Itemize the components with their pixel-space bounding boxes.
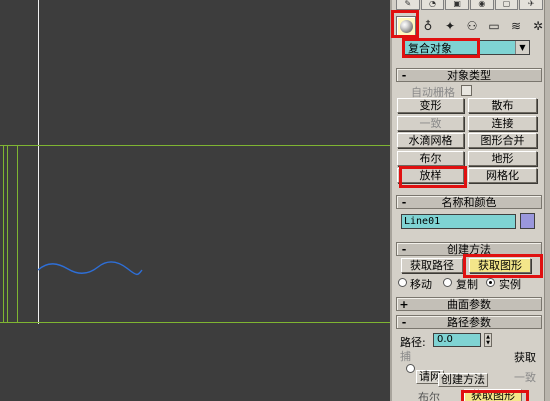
collapse-icon: - (401, 315, 407, 329)
hierarchy-tab-icon[interactable]: ▣ (445, 0, 470, 10)
line01-spline-shape[interactable] (30, 255, 150, 285)
panel-tab-strip: ✎ ◔ ▣ ◉ ▢ ✈ (396, 0, 544, 12)
surface-params-rollout-header[interactable]: + 曲面参数 (396, 297, 542, 311)
object-name-field[interactable]: Line01 (401, 214, 516, 229)
grid-line-top (0, 145, 390, 146)
create-tab-icon[interactable]: ✎ (396, 0, 420, 10)
object-color-swatch[interactable] (520, 213, 535, 229)
space-warps-icon[interactable]: ≋ (506, 16, 526, 36)
rollout-title: 名称和颜色 (441, 196, 497, 209)
create-category-row: ♁ ✦ ⚇ ▭ ≋ ✲ (396, 15, 550, 37)
geometry-icon[interactable] (396, 16, 416, 36)
shapes-icon[interactable]: ♁ (418, 16, 438, 36)
scatter-button[interactable]: 散布 (468, 98, 537, 113)
collapse-icon: - (401, 195, 407, 209)
rollout-title: 曲面参数 (447, 298, 491, 311)
grid-line-v2 (7, 145, 8, 323)
copy-radio-label: 复制 (456, 278, 478, 291)
creation-method-rollout-header[interactable]: - 创建方法 (396, 242, 542, 256)
panel-scrollbar[interactable] (544, 0, 550, 401)
ghost-fetch-label: 获取 (514, 351, 536, 364)
ghost-creation-header: 创建方法 (438, 373, 488, 387)
morph-button[interactable]: 变形 (397, 98, 464, 113)
get-shape-button[interactable]: 获取图形 (469, 258, 531, 273)
collapse-icon: - (401, 68, 407, 82)
dropdown-arrow-icon[interactable]: ▼ (515, 41, 529, 54)
cameras-icon[interactable]: ⚇ (462, 16, 482, 36)
lights-icon[interactable]: ✦ (440, 16, 460, 36)
ghost-boolean-label: 布尔 (418, 391, 440, 401)
move-radio[interactable] (398, 278, 407, 287)
object-type-rollout-header[interactable]: - 对象类型 (396, 68, 542, 82)
motion-tab-icon[interactable]: ◉ (470, 0, 494, 10)
conform-button[interactable]: 一致 (397, 116, 464, 131)
display-tab-icon[interactable]: ▢ (494, 0, 519, 10)
grid-line-bottom (0, 322, 390, 323)
dragged-rollout-ghost: 获取 请网 创建方法 一致 布尔 获取图形 (406, 351, 550, 401)
autogrid-checkbox[interactable] (461, 85, 472, 96)
object-category-value: 复合对象 (408, 41, 452, 55)
get-path-button[interactable]: 获取路径 (401, 258, 463, 273)
ghost-radio (406, 364, 415, 373)
path-value-field[interactable]: 0.0 (433, 333, 481, 347)
perspective-viewport[interactable] (0, 0, 390, 401)
rollout-title: 路径参数 (447, 316, 491, 329)
name-color-rollout-header[interactable]: - 名称和颜色 (396, 195, 542, 209)
mesher-button[interactable]: 网格化 (468, 168, 537, 183)
move-radio-label: 移动 (410, 278, 432, 291)
path-spinner-icon[interactable]: ▲ ▼ (484, 333, 492, 347)
shapemerge-button[interactable]: 图形合并 (468, 133, 537, 148)
object-category-dropdown[interactable]: 复合对象 ▼ (402, 40, 530, 55)
ghost-consistent-label: 一致 (514, 371, 536, 384)
boolean-button[interactable]: 布尔 (397, 151, 464, 166)
instance-radio-label: 实例 (499, 278, 521, 291)
ghost-get-shape-button: 获取图形 (464, 389, 522, 401)
rollout-title: 创建方法 (447, 243, 491, 256)
blobmesh-button[interactable]: 水滴网格 (397, 133, 464, 148)
connect-button[interactable]: 连接 (468, 116, 537, 131)
instance-radio[interactable] (486, 278, 495, 287)
utilities-tab-icon[interactable]: ✈ (519, 0, 544, 10)
copy-radio[interactable] (443, 278, 452, 287)
grid-line-v3 (17, 145, 18, 323)
terrain-button[interactable]: 地形 (468, 151, 537, 166)
helpers-icon[interactable]: ▭ (484, 16, 504, 36)
loft-button[interactable]: 放样 (397, 168, 464, 183)
collapse-icon: - (401, 242, 407, 256)
rollout-title: 对象类型 (447, 69, 491, 82)
expand-icon: + (399, 297, 409, 311)
path-params-rollout-header[interactable]: - 路径参数 (396, 315, 542, 329)
modify-tab-icon[interactable]: ◔ (420, 0, 445, 10)
grid-line-v1 (3, 145, 4, 323)
